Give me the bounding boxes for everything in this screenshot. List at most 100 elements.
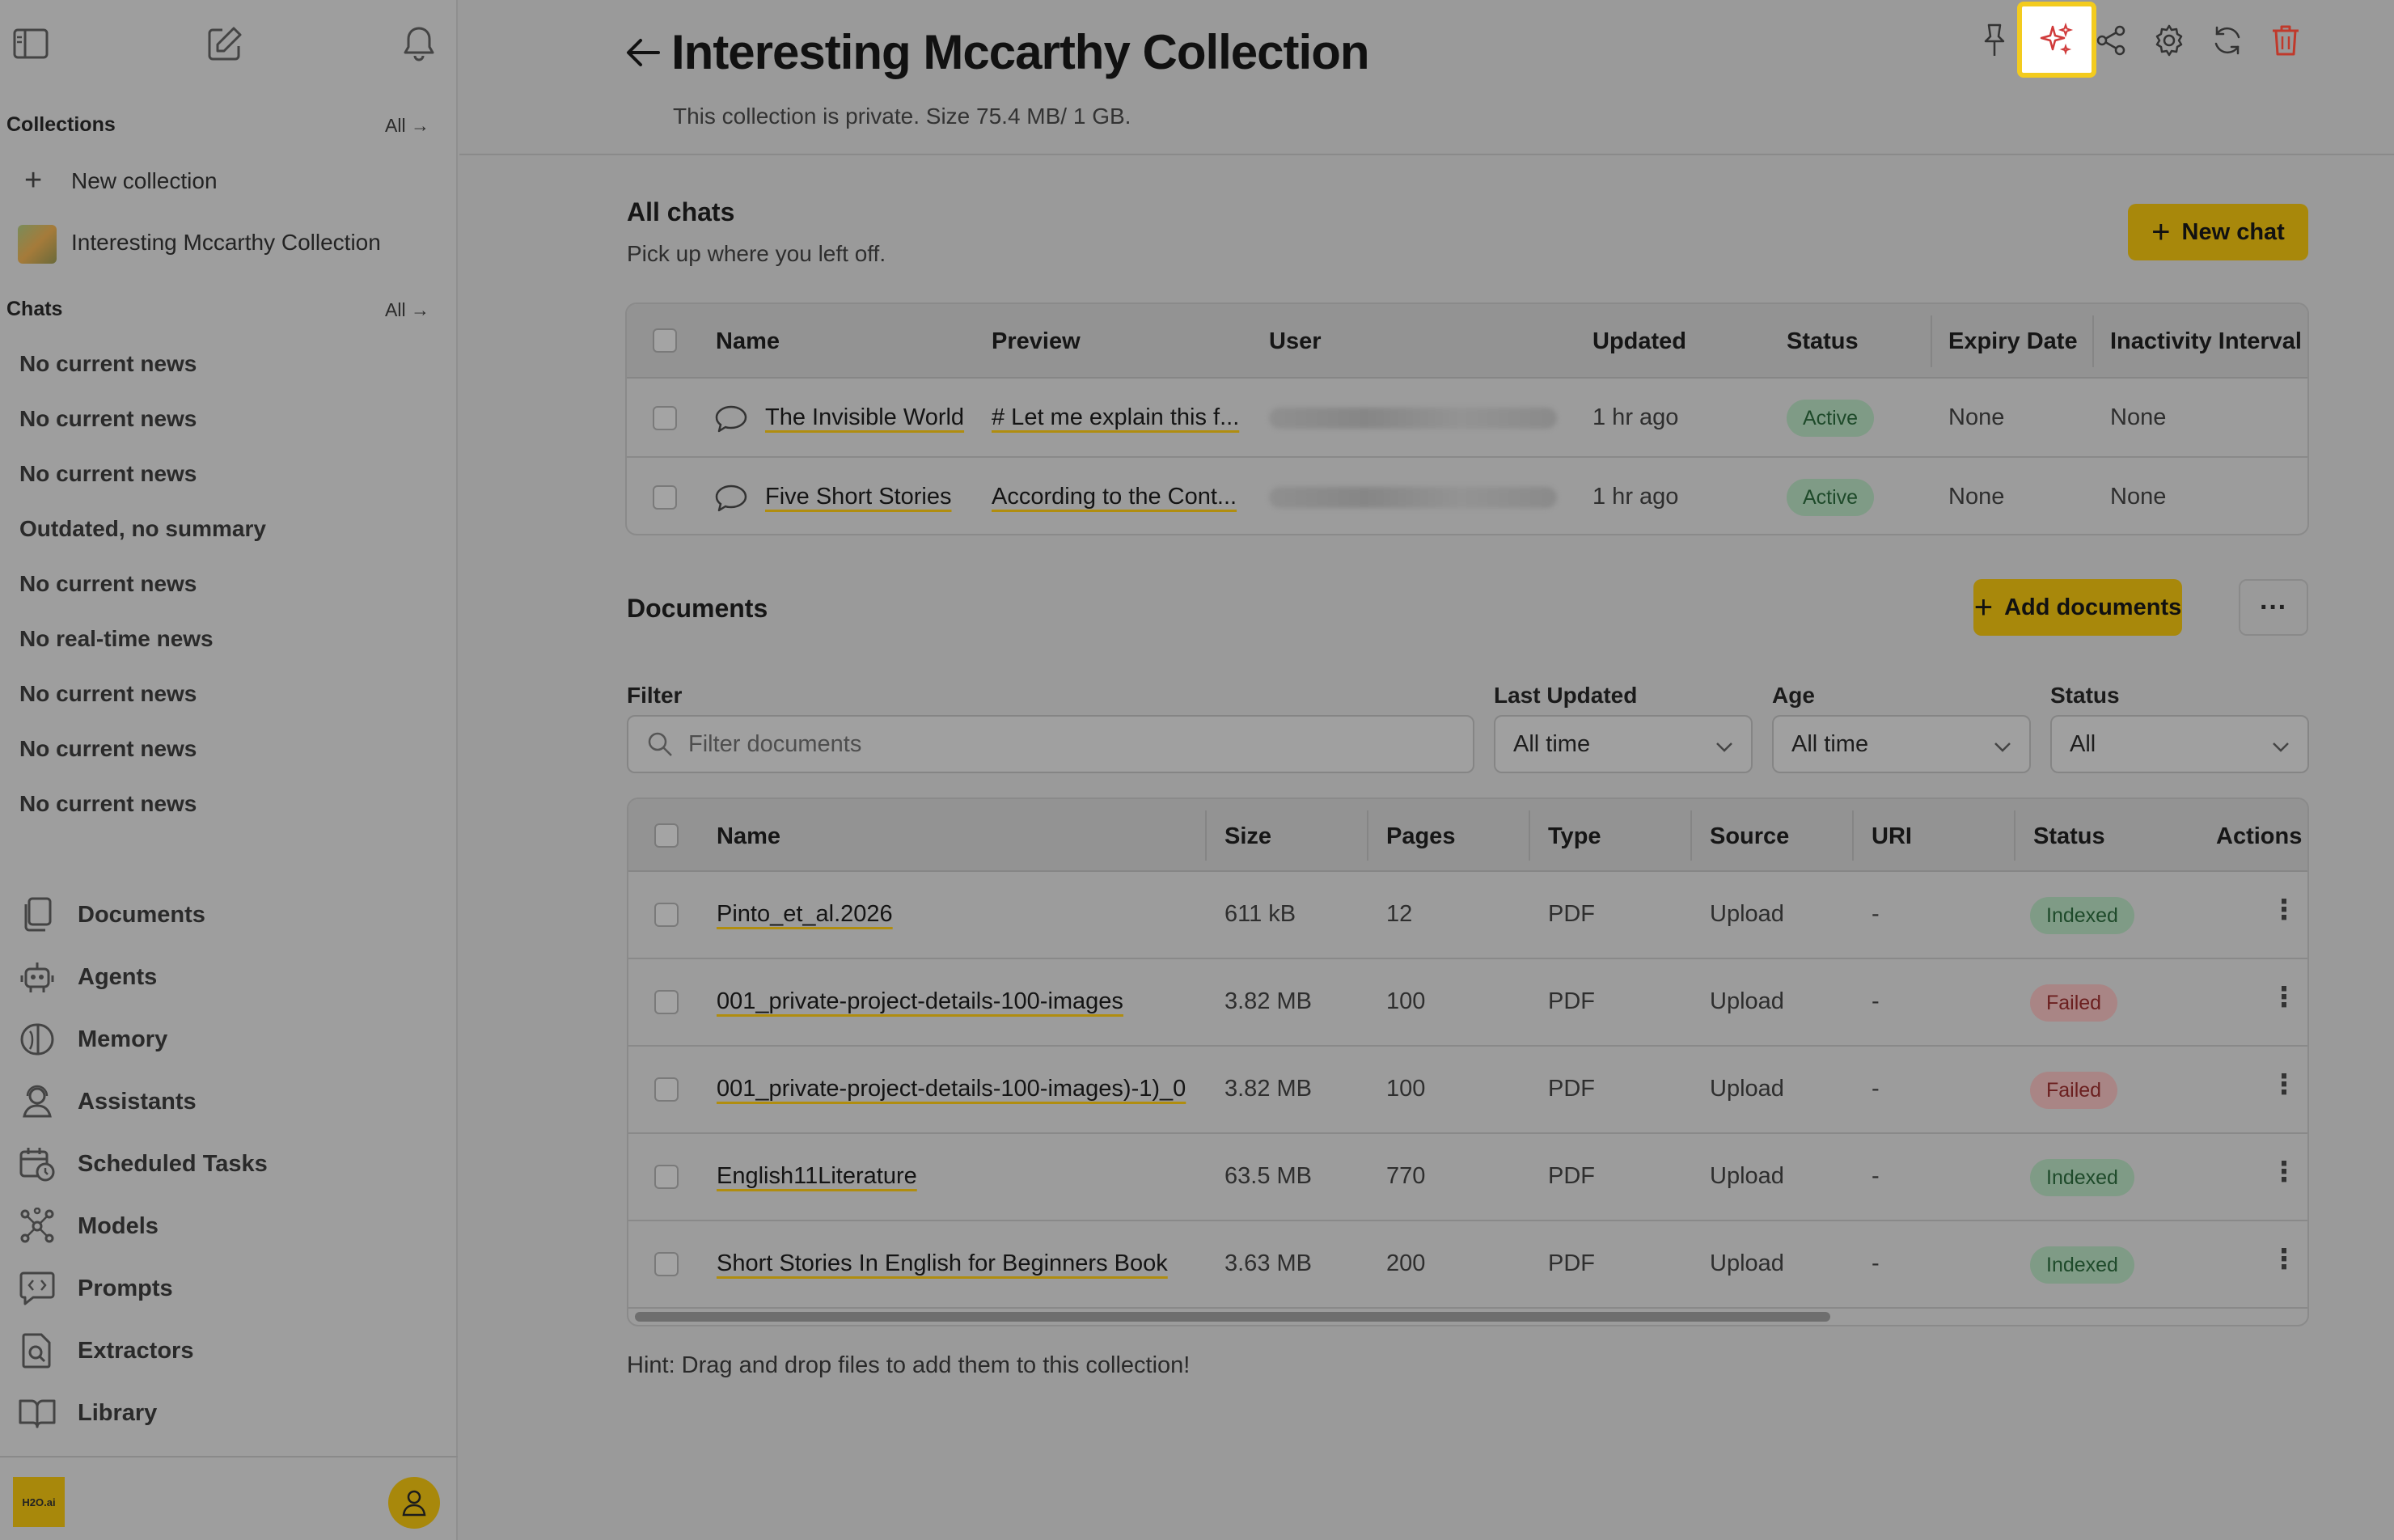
row-actions-kebab-icon[interactable]: ⋮ xyxy=(2270,1158,2298,1186)
nav-library[interactable]: Library xyxy=(16,1391,437,1435)
sidebar-chat-item[interactable]: No current news xyxy=(19,351,197,377)
share-icon[interactable] xyxy=(2090,19,2132,61)
row-actions-kebab-icon[interactable]: ⋮ xyxy=(2270,896,2298,924)
document-name-link[interactable]: English11Literature xyxy=(717,1163,917,1190)
pin-icon[interactable] xyxy=(1973,19,2015,61)
table-row[interactable]: 001_private-project-details-100-images 3… xyxy=(628,959,2307,1047)
document-name-link[interactable]: Short Stories In English for Beginners B… xyxy=(717,1250,1168,1277)
chat-bubble-icon xyxy=(714,484,748,517)
nav-prompts[interactable]: Prompts xyxy=(16,1267,437,1310)
age-select[interactable]: All time xyxy=(1772,715,2031,773)
column-header[interactable]: Status xyxy=(1787,328,1859,355)
column-header[interactable]: Pages xyxy=(1386,823,1455,850)
collections-all-link[interactable]: All → xyxy=(385,115,429,137)
sidebar-chat-item[interactable]: No current news xyxy=(19,461,197,487)
nav-label: Documents xyxy=(78,901,205,928)
new-collection-button[interactable]: New collection xyxy=(71,168,218,194)
row-checbox[interactable] xyxy=(654,903,679,927)
column-separator[interactable] xyxy=(1852,810,1854,861)
all-chats-subtitle: Pick up where you left off. xyxy=(627,241,886,266)
nav-assistants[interactable]: Assistants xyxy=(16,1080,437,1123)
network-icon xyxy=(16,1205,58,1247)
sidebar-chat-item[interactable]: No current news xyxy=(19,406,197,432)
nav-extractors[interactable]: Extractors xyxy=(16,1329,437,1373)
column-header[interactable]: Name xyxy=(716,328,780,355)
row-checkbox[interactable] xyxy=(654,1077,679,1102)
row-actions-kebab-icon[interactable]: ⋮ xyxy=(2270,984,2298,1011)
column-header[interactable]: Size xyxy=(1224,823,1271,850)
column-separator[interactable] xyxy=(1529,810,1530,861)
column-separator[interactable] xyxy=(1690,810,1692,861)
select-all-checkbox[interactable] xyxy=(654,823,679,848)
column-header[interactable]: Status xyxy=(2033,823,2105,850)
status-select[interactable]: All xyxy=(2050,715,2309,773)
nav-scheduled-tasks[interactable]: Scheduled Tasks xyxy=(16,1142,437,1186)
gear-icon[interactable] xyxy=(2148,19,2190,61)
sidebar-chat-item[interactable]: No current news xyxy=(19,791,197,817)
table-row[interactable]: Short Stories In English for Beginners B… xyxy=(628,1221,2307,1309)
column-header[interactable]: User xyxy=(1269,328,1322,355)
column-header[interactable]: Type xyxy=(1548,823,1601,850)
sparkle-icon[interactable] xyxy=(2035,19,2077,61)
last-updated-select[interactable]: All time xyxy=(1494,715,1753,773)
chat-name-link[interactable]: The Invisible World xyxy=(765,404,964,431)
row-checkbox[interactable] xyxy=(654,1252,679,1276)
column-header[interactable]: Expiry Date xyxy=(1948,328,2078,355)
document-name-link[interactable]: Pinto_et_al.2026 xyxy=(717,901,893,928)
nav-documents[interactable]: Documents xyxy=(16,893,437,937)
add-documents-button[interactable]: + Add documents xyxy=(1973,579,2182,636)
filter-documents-input[interactable]: Filter documents xyxy=(627,715,1474,773)
row-checkbox[interactable] xyxy=(653,406,677,430)
column-header[interactable]: Source xyxy=(1710,823,1789,850)
column-separator[interactable] xyxy=(1931,315,1932,367)
table-row[interactable]: Pinto_et_al.2026 611 kB 12 PDF Upload - … xyxy=(628,872,2307,959)
sidebar-chat-item[interactable]: No current news xyxy=(19,736,197,762)
column-separator[interactable] xyxy=(1205,810,1207,861)
row-checkbox[interactable] xyxy=(654,990,679,1014)
trash-icon[interactable] xyxy=(2265,19,2307,61)
collection-thumbnail xyxy=(18,225,57,264)
column-header[interactable]: URI xyxy=(1872,823,1912,850)
chat-name-link[interactable]: Five Short Stories xyxy=(765,484,951,510)
row-actions-kebab-icon[interactable]: ⋮ xyxy=(2270,1071,2298,1098)
back-arrow-icon[interactable] xyxy=(623,32,663,77)
refresh-icon[interactable] xyxy=(2206,19,2248,61)
sidebar-chat-item[interactable]: No current news xyxy=(19,571,197,597)
select-all-checkbox[interactable] xyxy=(653,328,677,353)
column-separator[interactable] xyxy=(2014,810,2015,861)
chat-preview-link[interactable]: According to the Cont... xyxy=(992,484,1237,510)
nav-models[interactable]: Models xyxy=(16,1204,437,1248)
row-checkbox[interactable] xyxy=(654,1165,679,1189)
sidebar-toggle-icon[interactable] xyxy=(10,23,52,65)
horizontal-scrollbar[interactable] xyxy=(635,1312,1830,1322)
table-row[interactable]: The Invisible World # Let me explain thi… xyxy=(627,379,2307,458)
column-header[interactable]: Inactivity Interval xyxy=(2110,328,2302,355)
sidebar-item-collection[interactable]: Interesting Mccarthy Collection xyxy=(71,230,381,256)
sidebar-chat-item[interactable]: No real-time news xyxy=(19,626,214,652)
user-avatar-button[interactable] xyxy=(388,1477,440,1529)
new-chat-button[interactable]: + New chat xyxy=(2128,204,2308,260)
more-options-button[interactable]: ··· xyxy=(2239,579,2308,636)
chats-all-link[interactable]: All → xyxy=(385,299,429,321)
nav-memory[interactable]: Memory xyxy=(16,1018,437,1061)
sidebar-chat-item[interactable]: No current news xyxy=(19,681,197,707)
row-checkbox[interactable] xyxy=(653,485,677,510)
sidebar-chat-item[interactable]: Outdated, no summary xyxy=(19,516,266,542)
table-row[interactable]: Five Short Stories According to the Cont… xyxy=(627,458,2307,534)
document-name-link[interactable]: 001_private-project-details-100-images xyxy=(717,988,1123,1015)
bell-icon[interactable] xyxy=(398,23,440,65)
table-row[interactable]: English11Literature 63.5 MB 770 PDF Uplo… xyxy=(628,1134,2307,1221)
row-actions-kebab-icon[interactable]: ⋮ xyxy=(2270,1246,2298,1273)
new-chat-edit-icon[interactable] xyxy=(204,23,246,65)
table-row[interactable]: 001_private-project-details-100-images)-… xyxy=(628,1047,2307,1134)
chat-preview-link[interactable]: # Let me explain this f... xyxy=(992,404,1239,431)
user-icon xyxy=(402,1490,426,1517)
column-header[interactable]: Updated xyxy=(1592,328,1686,355)
document-name-link[interactable]: 001_private-project-details-100-images)-… xyxy=(717,1076,1186,1102)
column-separator[interactable] xyxy=(2092,315,2094,367)
column-separator[interactable] xyxy=(1367,810,1368,861)
column-header[interactable]: Preview xyxy=(992,328,1081,355)
nav-label: Memory xyxy=(78,1026,168,1052)
nav-agents[interactable]: Agents xyxy=(16,955,437,999)
column-header[interactable]: Name xyxy=(717,823,780,850)
